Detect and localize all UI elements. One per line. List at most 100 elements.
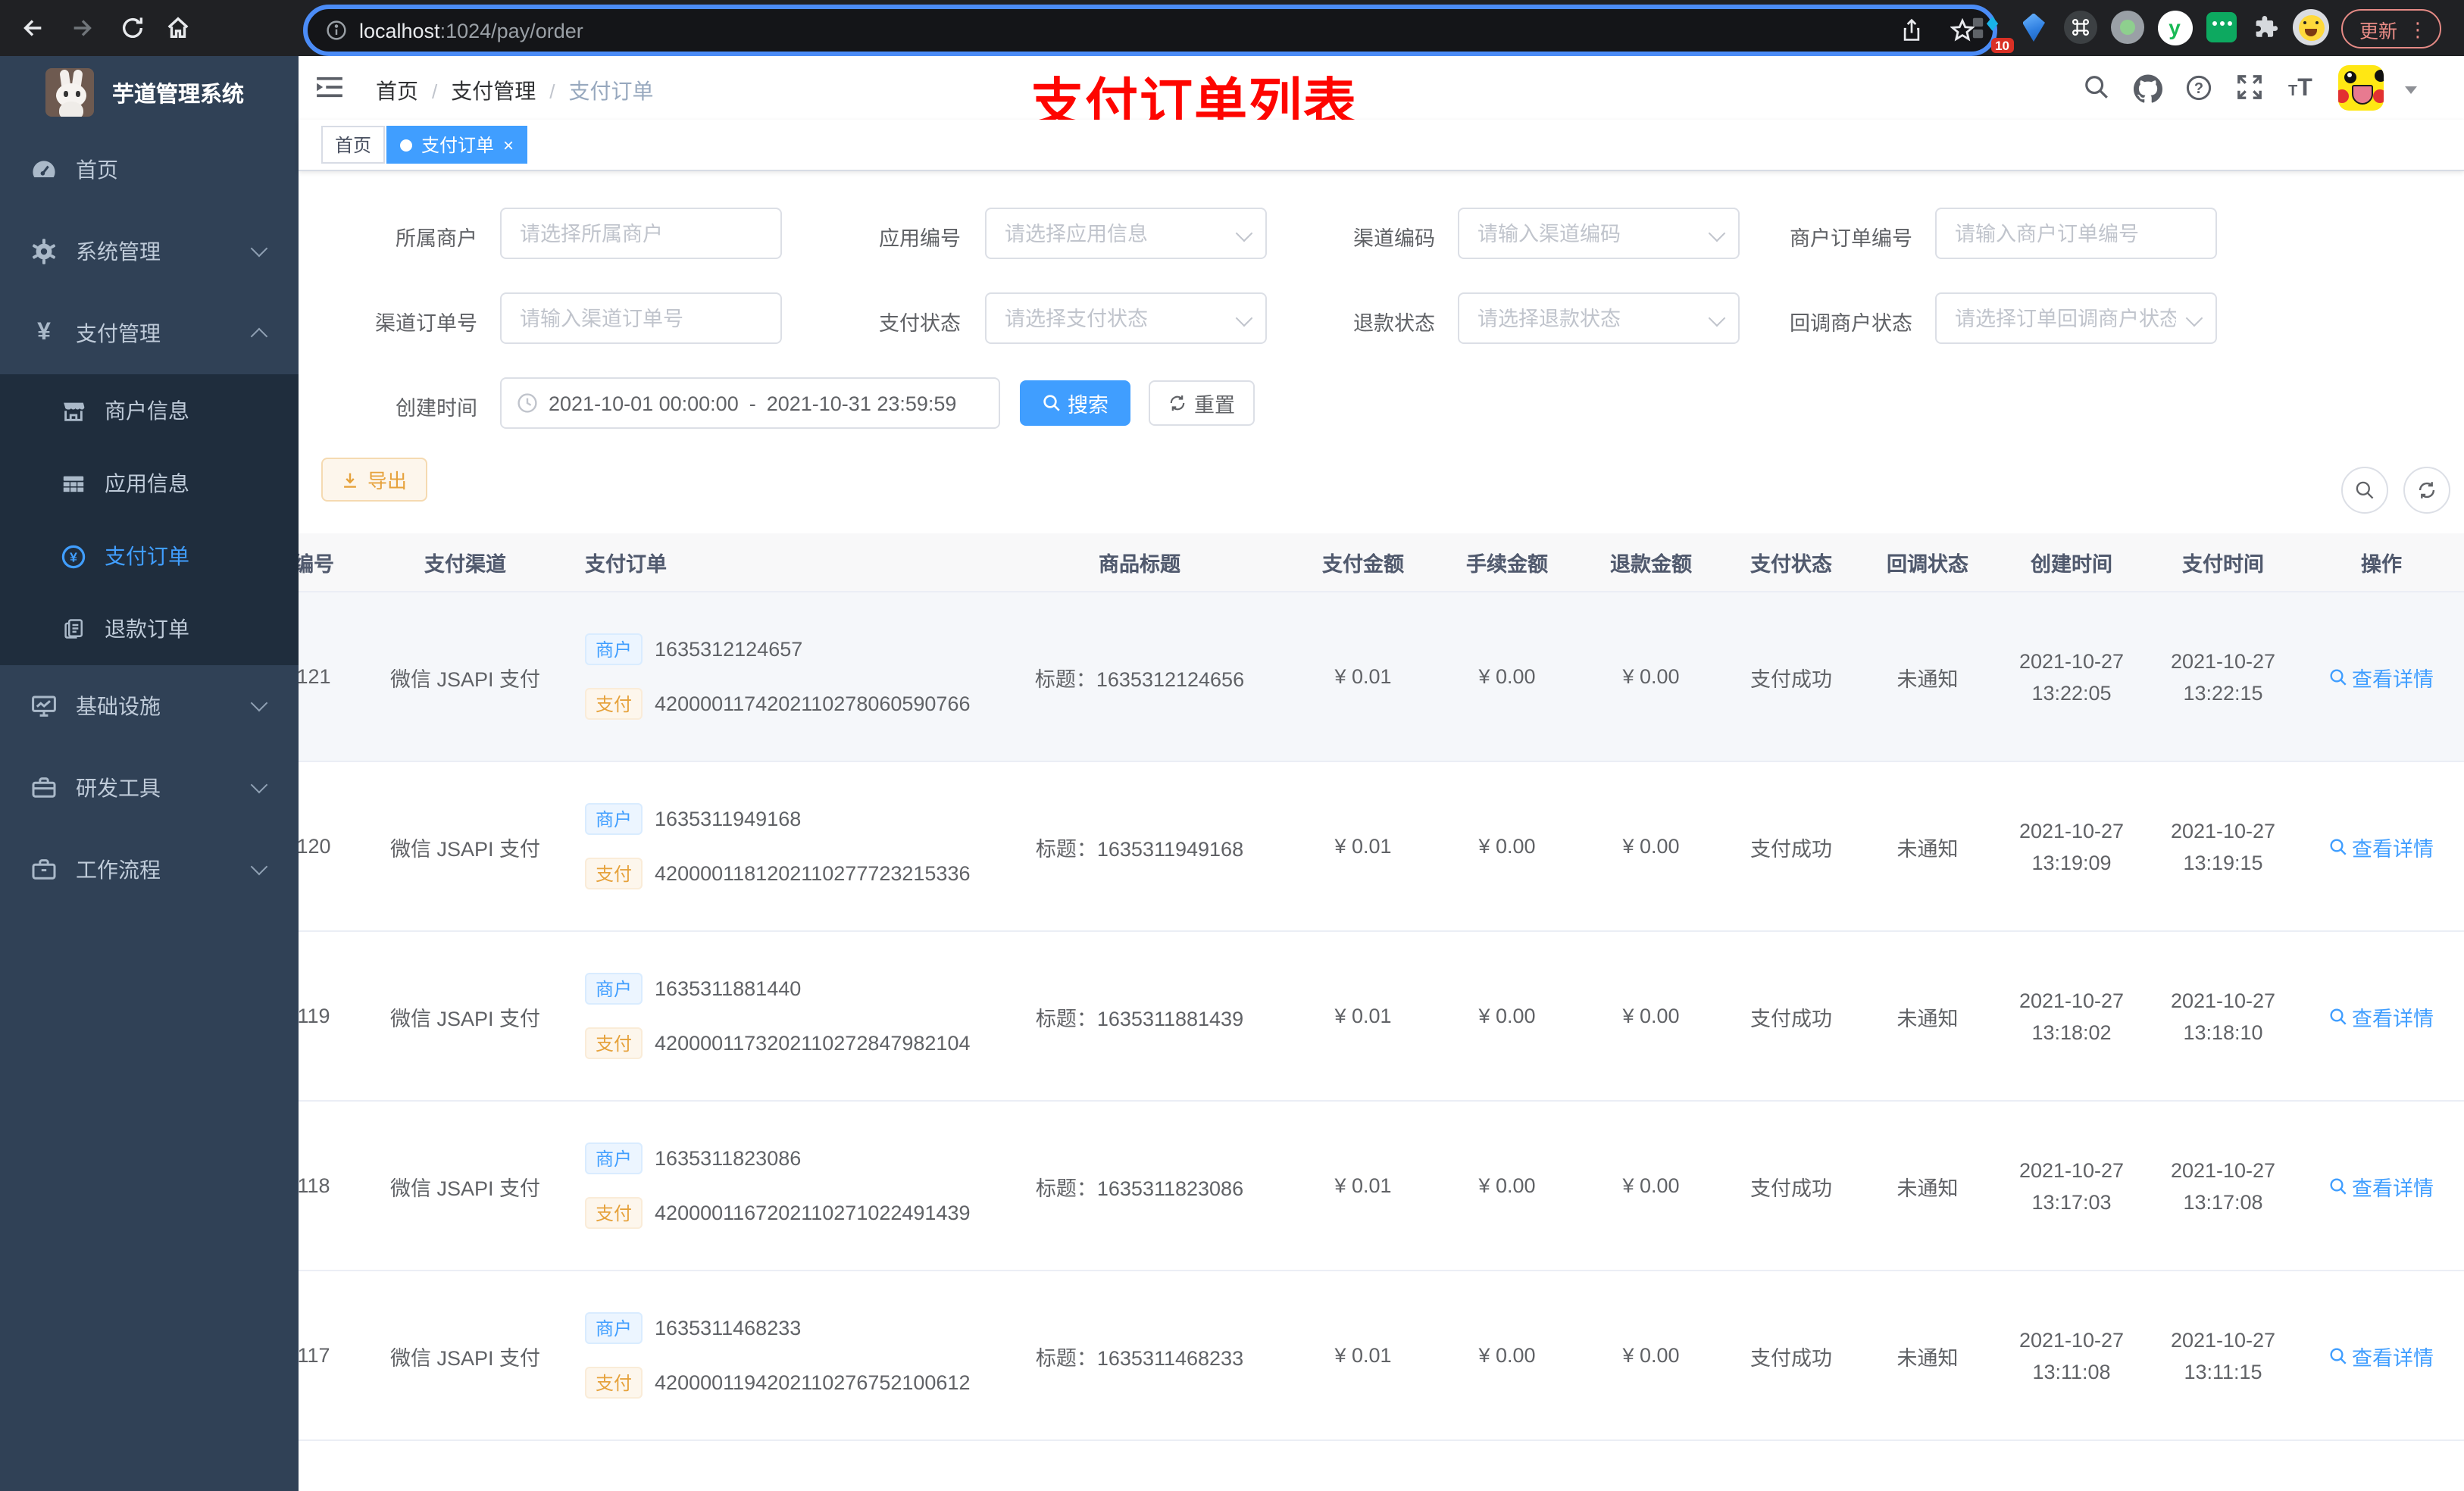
cell-title: 标题：1635311468233 bbox=[1035, 1346, 1244, 1369]
forward-icon[interactable] bbox=[65, 11, 100, 45]
search-icon[interactable] bbox=[2084, 74, 2109, 108]
app-select[interactable] bbox=[985, 208, 1267, 259]
sidebar-item-payment[interactable]: ¥ 支付管理 bbox=[0, 292, 299, 374]
pay-order-no: 4200001167202110271022491439 bbox=[655, 1202, 971, 1224]
col-fee: 手续金额 bbox=[1466, 553, 1548, 576]
sidebar-item-merchant-info[interactable]: 商户信息 bbox=[0, 374, 299, 447]
tag-tabs-bar: 首页 支付订单 × bbox=[299, 120, 2464, 171]
search-button[interactable]: 搜索 bbox=[1020, 380, 1130, 426]
app-select-input[interactable] bbox=[985, 208, 1267, 259]
field-label-channel-code: 渠道编码 bbox=[1353, 227, 1435, 250]
cell-fee: ¥ 0.00 bbox=[1478, 665, 1536, 688]
extensions-puzzle-icon[interactable] bbox=[2246, 8, 2285, 47]
monitor-icon bbox=[30, 692, 58, 720]
export-button[interactable]: 导出 bbox=[321, 458, 427, 502]
cell-paid bbox=[2147, 1441, 2299, 1491]
fullscreen-icon[interactable] bbox=[2237, 74, 2262, 108]
cell-id bbox=[299, 1441, 367, 1491]
col-refund: 退款金额 bbox=[1610, 553, 1692, 576]
pay-status-select[interactable] bbox=[985, 292, 1267, 344]
sidebar-item-system[interactable]: 系统管理 bbox=[0, 211, 299, 292]
sidebar-item-pay-order[interactable]: ¥ 支付订单 bbox=[0, 520, 299, 592]
sidebar-item-home[interactable]: 首页 bbox=[0, 129, 299, 211]
extension-tiles-icon[interactable]: 10 bbox=[1965, 8, 2014, 53]
sidebar-item-label: 商户信息 bbox=[105, 399, 189, 423]
tab-pay-order[interactable]: 支付订单 × bbox=[386, 126, 528, 164]
search-button-label: 搜索 bbox=[1068, 394, 1108, 417]
refund-status-input[interactable] bbox=[1458, 292, 1740, 344]
browser-update-button[interactable]: 更新 ⋮ bbox=[2341, 9, 2442, 48]
col-created: 创建时间 bbox=[2031, 553, 2112, 576]
payment-submenu: 商户信息 应用信息 ¥ 支付订单 退款订单 bbox=[0, 374, 299, 665]
merchant-input[interactable] bbox=[500, 208, 782, 259]
cell-pay-order: 商户 1635311468233 支付 4200001194202110276752… bbox=[564, 1271, 988, 1439]
view-detail-link[interactable]: 查看详情 bbox=[2329, 1171, 2434, 1201]
info-icon[interactable] bbox=[326, 20, 347, 41]
pay-status-input[interactable] bbox=[985, 292, 1267, 344]
cell-status bbox=[1723, 1441, 1859, 1491]
breadcrumb-home[interactable]: 首页 bbox=[376, 76, 418, 106]
extension-y-icon[interactable]: y bbox=[2155, 8, 2194, 47]
table-row: 117 微信 JSAPI 支付 商户 1635311468233 支付 420000… bbox=[299, 1271, 2464, 1441]
sidebar-item-refund-order[interactable]: 退款订单 bbox=[0, 592, 299, 665]
reset-button-label: 重置 bbox=[1194, 394, 1235, 417]
extension-gem-icon[interactable] bbox=[2014, 8, 2053, 47]
caret-down-icon[interactable] bbox=[2405, 86, 2417, 94]
breadcrumb-payment[interactable]: 支付管理 bbox=[451, 76, 536, 106]
extension-record-icon[interactable] bbox=[2108, 8, 2147, 47]
pay-tag: 支付 bbox=[585, 1367, 643, 1399]
date-range-input[interactable]: 2021-10-01 00:00:00 - 2021-10-31 23:59:5… bbox=[500, 377, 1000, 429]
notify-status-input[interactable] bbox=[1935, 292, 2217, 344]
view-detail-link[interactable]: 查看详情 bbox=[2329, 661, 2434, 692]
cell-fee: ¥ 0.00 bbox=[1478, 1174, 1536, 1197]
cell-title: 标题：1635311949168 bbox=[1035, 837, 1244, 860]
toggle-search-button[interactable] bbox=[2341, 467, 2388, 514]
refresh-table-button[interactable] bbox=[2403, 467, 2450, 514]
channel-code-input[interactable] bbox=[1458, 208, 1740, 259]
magnifier-icon bbox=[2356, 481, 2374, 499]
tab-home[interactable]: 首页 bbox=[321, 126, 386, 164]
sidebar-item-workflow[interactable]: 工作流程 bbox=[0, 829, 299, 911]
reset-button[interactable]: 重置 bbox=[1149, 380, 1255, 426]
magnifier-icon bbox=[2330, 1008, 2347, 1024]
merchant-order-no-input[interactable] bbox=[1935, 208, 2217, 259]
share-icon[interactable] bbox=[1900, 18, 1923, 42]
browser-profile-avatar[interactable] bbox=[2291, 8, 2331, 47]
sidebar-item-app-info[interactable]: 应用信息 bbox=[0, 447, 299, 520]
url-text: localhost:1024/pay/order bbox=[359, 19, 583, 42]
cell-id: 121 bbox=[299, 665, 331, 688]
back-icon[interactable] bbox=[15, 11, 50, 45]
help-icon[interactable]: ? bbox=[2185, 74, 2212, 109]
cell-id: 119 bbox=[299, 1005, 330, 1027]
sidebar-item-devtools[interactable]: 研发工具 bbox=[0, 747, 299, 829]
kebab-icon[interactable]: ⋮ bbox=[2408, 19, 2428, 39]
extension-command-icon[interactable] bbox=[2061, 8, 2100, 47]
extension-chat-icon[interactable] bbox=[2202, 8, 2241, 47]
refund-status-select[interactable] bbox=[1458, 292, 1740, 344]
col-id: 编号 bbox=[299, 553, 334, 576]
github-icon[interactable] bbox=[2134, 74, 2162, 111]
avatar[interactable] bbox=[2338, 65, 2384, 111]
cell-fee bbox=[1435, 1441, 1579, 1491]
chevron-down-icon bbox=[250, 694, 268, 712]
channel-code-select[interactable] bbox=[1458, 208, 1740, 259]
view-detail-link[interactable]: 查看详情 bbox=[2329, 1001, 2434, 1031]
address-bar[interactable]: localhost:1024/pay/order bbox=[303, 5, 1997, 56]
col-channel: 支付渠道 bbox=[424, 553, 506, 576]
view-detail-link[interactable]: 查看详情 bbox=[2329, 1340, 2434, 1371]
view-detail-link[interactable]: 查看详情 bbox=[2329, 831, 2434, 861]
close-icon[interactable]: × bbox=[503, 136, 514, 154]
app-logo[interactable]: 芋道管理系统 bbox=[0, 56, 299, 129]
home-icon[interactable] bbox=[161, 11, 195, 45]
grid-icon bbox=[61, 470, 86, 496]
notify-status-select[interactable] bbox=[1935, 292, 2217, 344]
sidebar-item-infra[interactable]: 基础设施 bbox=[0, 665, 299, 747]
reload-icon[interactable] bbox=[115, 11, 150, 45]
cell-channel: 微信 JSAPI 支付 bbox=[389, 1346, 540, 1369]
channel-order-no-input[interactable] bbox=[500, 292, 782, 344]
cell-id: 117 bbox=[299, 1344, 330, 1367]
font-size-icon[interactable]: TT bbox=[2288, 77, 2312, 102]
date-separator: - bbox=[749, 392, 756, 414]
tab-label: 首页 bbox=[335, 135, 372, 156]
hamburger-fold-icon[interactable] bbox=[315, 76, 344, 106]
